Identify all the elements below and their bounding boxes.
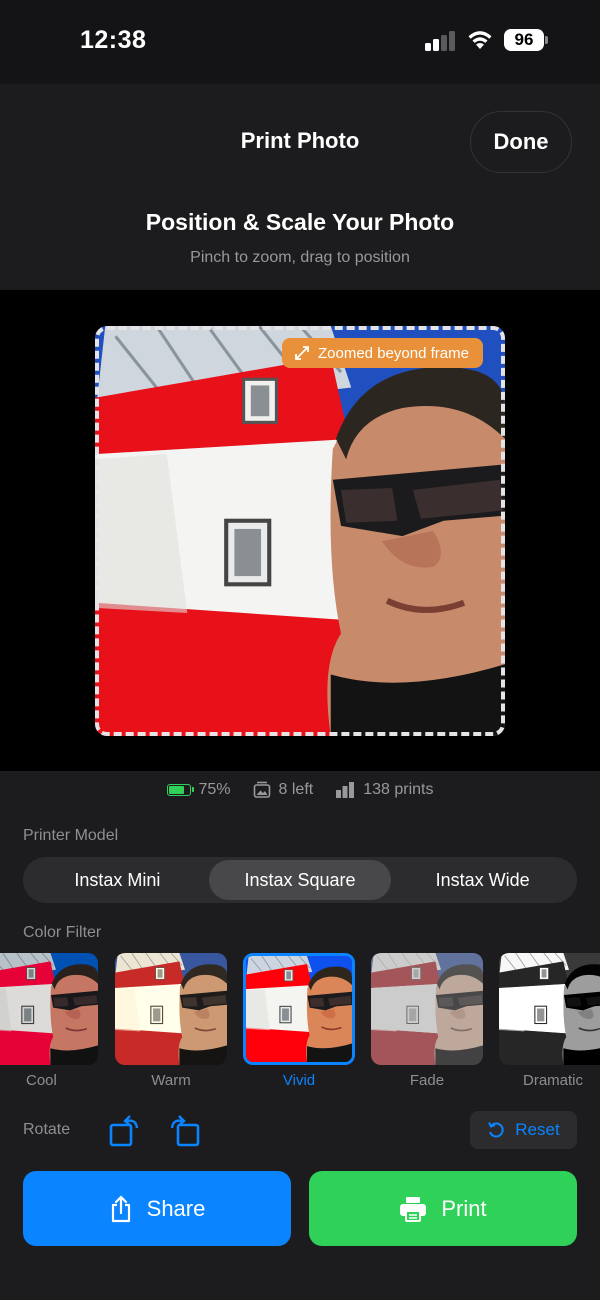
- battery-icon: 96: [504, 29, 544, 51]
- films-left: 8 left: [253, 781, 314, 799]
- printer-battery-text: 75%: [198, 781, 231, 798]
- photo-frame[interactable]: [95, 326, 505, 736]
- done-button[interactable]: Done: [470, 111, 572, 173]
- battery-tip: [545, 36, 548, 44]
- share-icon: [111, 1194, 130, 1222]
- expand-icon: [295, 346, 309, 360]
- photo-canvas[interactable]: Zoomed beyond frame: [0, 290, 600, 771]
- filter-label: Fade: [409, 1072, 445, 1089]
- filter-thumbnail: [243, 953, 355, 1065]
- color-filter-label: Color Filter: [23, 924, 102, 941]
- print-label: Print: [441, 1195, 487, 1221]
- rotate-right-button[interactable]: [168, 1113, 204, 1149]
- filter-fade[interactable]: Fade: [371, 953, 483, 1089]
- photo-image[interactable]: [95, 326, 505, 736]
- cellular-signal-icon: [425, 31, 457, 51]
- rotate-left-icon: [109, 1115, 139, 1147]
- printer-option-instax-square[interactable]: Instax Square: [208, 860, 392, 900]
- printer-model-label: Printer Model: [23, 827, 119, 844]
- wifi-icon: [468, 31, 492, 49]
- status-bar: 12:38 96: [0, 0, 600, 84]
- status-time: 12:38: [80, 26, 147, 54]
- rotate-left-button[interactable]: [108, 1113, 144, 1149]
- reset-button[interactable]: Reset: [470, 1111, 577, 1149]
- printer-icon: [400, 1196, 427, 1222]
- editor-instructions: Pinch to zoom, drag to position: [190, 249, 410, 266]
- filter-dramatic[interactable]: Dramatic: [499, 953, 600, 1089]
- filter-vivid[interactable]: Vivid: [243, 953, 355, 1089]
- filter-label: Warm: [151, 1072, 191, 1089]
- filter-thumbnail: [371, 953, 483, 1065]
- share-button[interactable]: Share: [23, 1171, 291, 1246]
- reset-icon: [488, 1122, 504, 1138]
- share-label: Share: [146, 1195, 206, 1221]
- filter-label: Vivid: [282, 1072, 316, 1089]
- print-button[interactable]: Print: [309, 1171, 577, 1246]
- filter-cool[interactable]: Cool: [0, 953, 98, 1089]
- total-prints-text: 138 prints: [363, 781, 434, 798]
- films-left-text: 8 left: [278, 781, 314, 798]
- rotate-right-icon: [170, 1115, 200, 1147]
- bar-chart-icon: [336, 782, 355, 798]
- print-sheet: Print Photo Done Position & Scale Your P…: [0, 84, 600, 1300]
- filter-thumbnail: [115, 953, 227, 1065]
- printer-stats: 75% 8 left 138 prints: [0, 781, 600, 799]
- printer-battery: 75%: [166, 781, 231, 799]
- filter-label: Cool: [26, 1072, 57, 1089]
- printer-option-instax-mini[interactable]: Instax Mini: [26, 860, 209, 900]
- reset-label: Reset: [515, 1120, 560, 1139]
- editor-headline: Position & Scale Your Photo: [145, 209, 455, 235]
- battery-level-icon: [166, 784, 194, 796]
- printer-option-instax-wide[interactable]: Instax Wide: [391, 860, 574, 900]
- printer-model-selector[interactable]: Instax Mini Instax Square Instax Wide: [23, 857, 577, 903]
- color-filter-list[interactable]: Cool Warm Vivid Fade Dramatic: [0, 953, 600, 1095]
- total-prints: 138 prints: [335, 781, 433, 799]
- filter-thumbnail: [499, 953, 600, 1065]
- film-pack-icon: [253, 781, 270, 798]
- zoom-badge: Zoomed beyond frame: [282, 338, 483, 368]
- filter-warm[interactable]: Warm: [115, 953, 227, 1089]
- rotate-row: Rotate Reset: [23, 1111, 577, 1151]
- filter-label: Dramatic: [523, 1072, 584, 1089]
- filter-thumbnail: [0, 953, 98, 1065]
- rotate-label: Rotate: [23, 1121, 71, 1138]
- zoom-badge-text: Zoomed beyond frame: [318, 344, 469, 362]
